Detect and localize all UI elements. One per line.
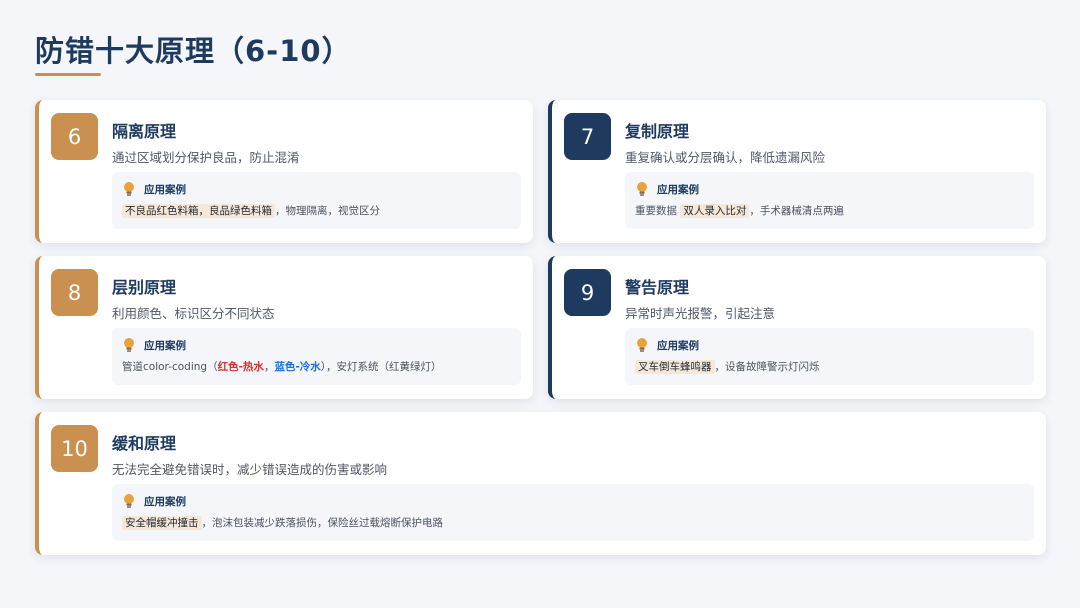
case-text: 管道color-coding（红色-热水，蓝色-冷水），安灯系统（红黄绿灯） xyxy=(122,359,442,374)
principle-description: 通过区域划分保护良品，防止混淆 xyxy=(112,150,300,165)
lightbulb-icon xyxy=(124,494,134,508)
principle-card-6: 6 隔离原理 通过区域划分保护良品，防止混淆 应用案例 不良品红色料箱，良品绿色… xyxy=(35,100,533,243)
lightbulb-icon xyxy=(124,182,134,196)
principle-number-badge: 9 xyxy=(564,269,611,316)
case-rest: ，手术器械清点两遍 xyxy=(749,205,844,217)
principle-title: 复制原理 xyxy=(625,122,690,141)
principle-description: 无法完全避免错误时，减少错误造成的伤害或影响 xyxy=(112,462,388,477)
case-red-text: 红色-热水 xyxy=(217,361,264,373)
case-header: 应用案例 xyxy=(122,337,186,353)
principle-number-badge: 8 xyxy=(51,269,98,316)
case-highlight: 叉车倒车蜂鸣器 xyxy=(635,360,715,374)
application-case-box: 应用案例 叉车倒车蜂鸣器 ，设备故障警示灯闪烁 xyxy=(625,328,1034,385)
case-text: 安全帽缓冲撞击 ，泡沫包装减少跌落损伤，保险丝过载熔断保护电路 xyxy=(122,515,443,530)
case-header: 应用案例 xyxy=(122,181,186,197)
case-rest: ，泡沫包装减少跌落损伤，保险丝过载熔断保护电路 xyxy=(201,517,444,529)
application-case-box: 应用案例 不良品红色料箱，良品绿色料箱 ，物理隔离，视觉区分 xyxy=(112,172,521,229)
lightbulb-icon xyxy=(637,338,647,352)
lightbulb-icon xyxy=(124,338,134,352)
case-label: 应用案例 xyxy=(144,495,186,508)
case-label: 应用案例 xyxy=(144,339,186,352)
principle-description: 异常时声光报警，引起注意 xyxy=(625,306,776,321)
case-label: 应用案例 xyxy=(657,339,699,352)
case-rest: ），安灯系统（红黄绿灯） xyxy=(320,361,442,373)
principle-title: 缓和原理 xyxy=(112,434,177,453)
principle-title: 层别原理 xyxy=(112,278,177,297)
principle-card-10: 10 缓和原理 无法完全避免错误时，减少错误造成的伤害或影响 应用案例 安全帽缓… xyxy=(35,412,1046,555)
principle-card-7: 7 复制原理 重复确认或分层确认，降低遗漏风险 应用案例 重要数据 双人录入比对… xyxy=(548,100,1046,243)
case-blue-text: 蓝色-冷水 xyxy=(274,361,321,373)
case-highlight: 不良品红色料箱，良品绿色料箱 xyxy=(122,204,275,218)
principle-number-badge: 10 xyxy=(51,425,98,472)
title-underline xyxy=(35,73,101,76)
case-header: 应用案例 xyxy=(635,337,699,353)
case-label: 应用案例 xyxy=(657,183,699,196)
case-header: 应用案例 xyxy=(122,493,186,509)
application-case-box: 应用案例 重要数据 双人录入比对 ，手术器械清点两遍 xyxy=(625,172,1034,229)
case-highlight: 双人录入比对 xyxy=(680,204,750,218)
application-case-box: 应用案例 管道color-coding（红色-热水，蓝色-冷水），安灯系统（红黄… xyxy=(112,328,521,385)
case-text: 叉车倒车蜂鸣器 ，设备故障警示灯闪烁 xyxy=(635,359,820,374)
principle-description: 重复确认或分层确认，降低遗漏风险 xyxy=(625,150,826,165)
case-separator: ， xyxy=(263,361,275,373)
case-rest: ，物理隔离，视觉区分 xyxy=(275,205,380,217)
lightbulb-icon xyxy=(637,182,647,196)
principle-card-8: 8 层别原理 利用颜色、标识区分不同状态 应用案例 管道color-coding… xyxy=(35,256,533,399)
application-case-box: 应用案例 安全帽缓冲撞击 ，泡沫包装减少跌落损伤，保险丝过载熔断保护电路 xyxy=(112,484,1034,541)
principle-number-badge: 6 xyxy=(51,113,98,160)
principle-card-9: 9 警告原理 异常时声光报警，引起注意 应用案例 叉车倒车蜂鸣器 ，设备故障警示灯… xyxy=(548,256,1046,399)
case-header: 应用案例 xyxy=(635,181,699,197)
case-text: 不良品红色料箱，良品绿色料箱 ，物理隔离，视觉区分 xyxy=(122,203,380,218)
case-highlight: 安全帽缓冲撞击 xyxy=(122,516,202,530)
principle-description: 利用颜色、标识区分不同状态 xyxy=(112,306,275,321)
case-prefix: 管道color-coding（ xyxy=(122,361,218,373)
case-label: 应用案例 xyxy=(144,183,186,196)
case-text: 重要数据 双人录入比对 ，手术器械清点两遍 xyxy=(635,203,844,218)
principle-number-badge: 7 xyxy=(564,113,611,160)
case-rest: ，设备故障警示灯闪烁 xyxy=(714,361,820,373)
case-prefix: 重要数据 xyxy=(635,205,681,217)
page-title: 防错十大原理（6-10） xyxy=(35,34,352,68)
principle-title: 警告原理 xyxy=(625,278,690,297)
principle-title: 隔离原理 xyxy=(112,122,177,141)
